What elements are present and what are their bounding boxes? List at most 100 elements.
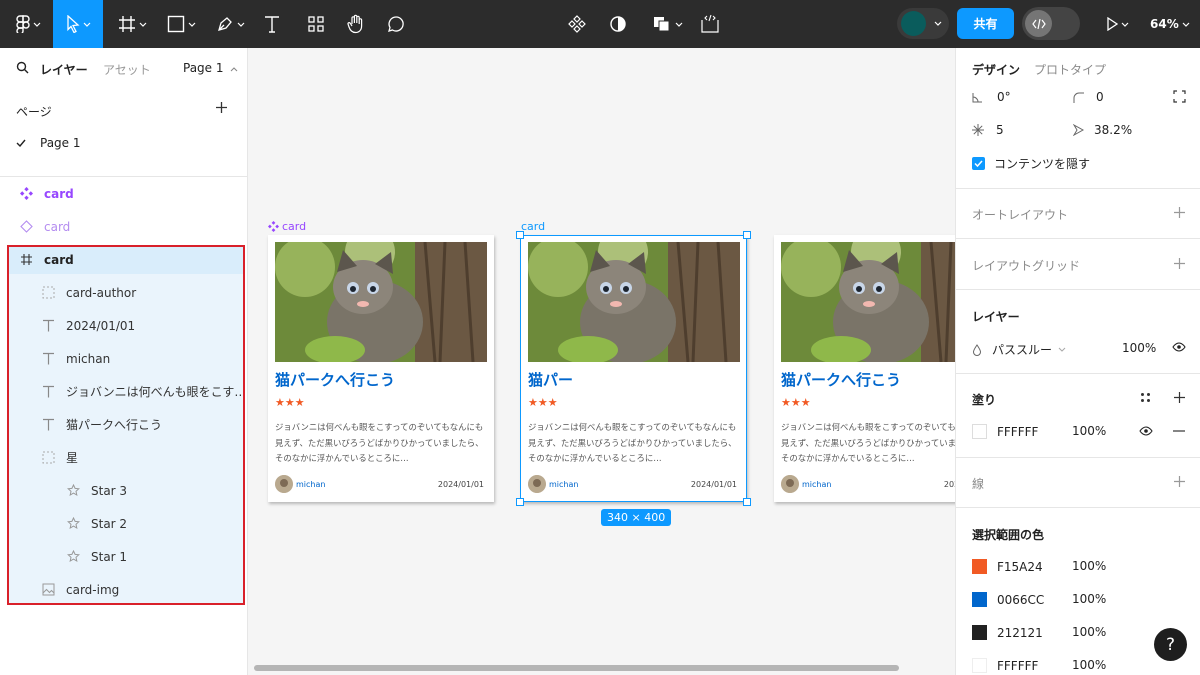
left-panel-tabs: レイヤー アセット Page 1	[0, 48, 248, 88]
card-author: michan	[802, 480, 832, 489]
card-avatar	[781, 475, 799, 493]
layer-label: card	[44, 186, 74, 201]
chevron-down-icon	[934, 21, 942, 26]
style-grid-icon[interactable]	[1140, 392, 1151, 403]
divider	[956, 507, 1200, 508]
selection-color-row[interactable]: 212121	[972, 625, 1043, 640]
chevron-down-icon	[1182, 22, 1190, 27]
layer-item[interactable]: card	[0, 210, 247, 243]
highlight-outline	[7, 245, 245, 605]
resize-handle[interactable]	[743, 231, 751, 239]
present-button[interactable]	[1098, 0, 1136, 48]
pen-icon	[217, 17, 232, 31]
rotation-field[interactable]: 0°	[972, 90, 1011, 104]
card-image	[275, 242, 487, 362]
layer-item[interactable]: card	[0, 177, 247, 210]
remove-fill-icon[interactable]	[1173, 430, 1185, 432]
card-author: michan	[296, 480, 326, 489]
cursor-arrow-icon	[66, 15, 80, 33]
selection-color-row[interactable]: FFFFFF	[972, 658, 1038, 673]
add-fill-icon[interactable]	[1173, 391, 1186, 404]
blend-mode-value: パススルー	[992, 343, 1053, 357]
card-instance[interactable]: 猫パークへ行こう ★★★ ジョバンニは何べんも眼をこすってのぞいてもなんにも見え…	[774, 235, 955, 502]
rotation-icon	[972, 92, 982, 102]
selected-frame-label[interactable]: card	[521, 220, 545, 233]
frame-tool-button[interactable]	[112, 0, 152, 48]
layer-opacity-value[interactable]: 100%	[1122, 341, 1156, 355]
resize-handle[interactable]	[516, 231, 524, 239]
page-item-label: Page 1	[40, 136, 81, 150]
dev-code-button[interactable]	[696, 0, 724, 48]
fill-swatch[interactable]	[972, 424, 987, 439]
move-tool-button[interactable]	[53, 0, 103, 48]
text-tool-button[interactable]	[258, 0, 286, 48]
star-ratio-field[interactable]: 38.2%	[1073, 123, 1132, 137]
tab-assets[interactable]: アセット	[103, 61, 151, 78]
add-stroke-icon[interactable]	[1173, 475, 1186, 488]
color-swatch[interactable]	[972, 625, 987, 640]
zoom-menu[interactable]: 64%	[1150, 0, 1190, 48]
card-component[interactable]: 猫パークへ行こう ★★★ ジョバンニは何べんも眼をこすってのぞいてもなんにも見え…	[268, 235, 494, 502]
clip-content-checkbox[interactable]: コンテンツを隠す	[972, 155, 1090, 172]
layer-label: card	[44, 219, 71, 234]
comment-tool-button[interactable]	[382, 0, 410, 48]
color-swatch[interactable]	[972, 658, 987, 673]
selection-color-row[interactable]: F15A24	[972, 559, 1043, 574]
shape-tool-button[interactable]	[161, 0, 201, 48]
auto-layout-title: オートレイアウト	[972, 208, 1069, 222]
fill-opacity[interactable]: 100%	[1072, 424, 1106, 438]
ratio-icon	[1073, 124, 1084, 136]
tab-design[interactable]: デザイン	[972, 61, 1020, 78]
tab-layers[interactable]: レイヤー	[40, 61, 88, 78]
dev-mode-toggle[interactable]	[1022, 7, 1080, 40]
contrast-icon	[610, 16, 626, 32]
color-opacity: 100%	[1072, 658, 1107, 672]
selection-color-row[interactable]: 0066CC	[972, 592, 1044, 607]
canvas[interactable]: card card 猫パークへ行こう ★★★ ジョバンニは何べんも眼をこすっての…	[248, 48, 955, 675]
add-auto-layout-icon[interactable]	[1173, 206, 1186, 219]
color-swatch[interactable]	[972, 592, 987, 607]
help-button[interactable]: ?	[1154, 628, 1187, 661]
components-button[interactable]	[563, 0, 591, 48]
main-menu-button[interactable]	[8, 0, 48, 48]
page-item[interactable]: Page 1	[16, 136, 81, 150]
card-title: 猫パークへ行こう	[275, 371, 396, 389]
page-selector[interactable]: Page 1	[183, 61, 238, 75]
horizontal-scrollbar[interactable]	[254, 665, 899, 671]
color-opacity: 100%	[1072, 559, 1107, 573]
boolean-ops-button[interactable]	[647, 0, 687, 48]
star-count-field[interactable]: 5	[972, 123, 1004, 137]
card-title: 猫パークへ行こう	[781, 371, 902, 389]
chevron-down-icon	[83, 22, 90, 27]
hand-tool-button[interactable]	[342, 0, 370, 48]
eye-icon[interactable]	[1172, 342, 1186, 352]
eye-icon[interactable]	[1139, 426, 1153, 436]
divider	[956, 457, 1200, 458]
mask-button[interactable]	[604, 0, 632, 48]
multiplayer-avatar[interactable]	[897, 8, 949, 39]
corner-radius-field[interactable]: 0	[1073, 90, 1104, 104]
color-swatch[interactable]	[972, 559, 987, 574]
tab-prototype[interactable]: プロトタイプ	[1034, 61, 1106, 78]
pen-tool-button[interactable]	[210, 0, 250, 48]
text-t-icon	[265, 16, 279, 33]
share-button[interactable]: 共有	[957, 8, 1014, 39]
resize-handle[interactable]	[516, 498, 524, 506]
clip-content-label: コンテンツを隠す	[994, 157, 1091, 171]
divider	[956, 238, 1200, 239]
component-icon	[18, 186, 34, 202]
component-frame-label[interactable]: card	[268, 220, 306, 233]
independent-corners-icon[interactable]	[1173, 90, 1186, 103]
search-icon[interactable]	[16, 61, 29, 74]
resources-button[interactable]	[302, 0, 330, 48]
layer-title: レイヤー	[972, 310, 1020, 324]
fill-row[interactable]: FFFFFF	[972, 424, 1038, 439]
add-page-icon[interactable]	[215, 101, 228, 114]
add-layout-grid-icon[interactable]	[1173, 257, 1186, 270]
toolbar: 共有 64%	[0, 0, 1200, 48]
chevron-down-icon	[675, 22, 682, 27]
divider	[956, 188, 1200, 189]
resize-handle[interactable]	[743, 498, 751, 506]
blend-mode-select[interactable]: パススルー	[972, 341, 1066, 358]
card-image	[781, 242, 955, 362]
